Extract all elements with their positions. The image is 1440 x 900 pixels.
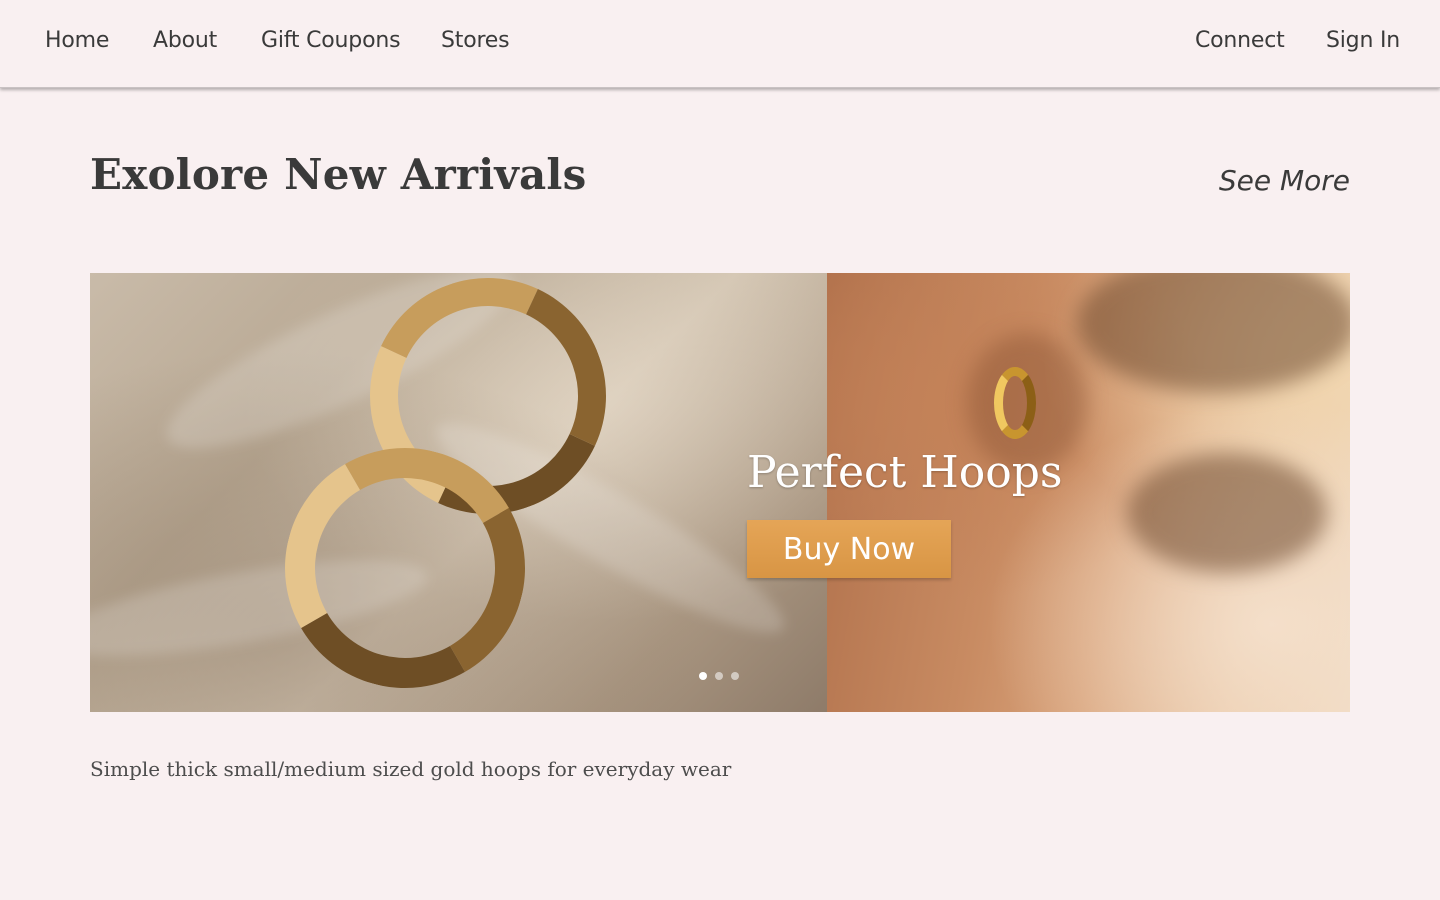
nav-connect-link[interactable]: Connect bbox=[1195, 28, 1285, 53]
carousel-indicators bbox=[699, 672, 739, 680]
carousel-dot-1[interactable] bbox=[699, 672, 707, 680]
gold-hoop-earring bbox=[994, 367, 1036, 439]
section-heading: Exolore New Arrivals bbox=[90, 150, 587, 199]
buy-now-button[interactable]: Buy Now bbox=[747, 520, 951, 578]
nav-sign-in-link[interactable]: Sign In bbox=[1326, 28, 1400, 53]
carousel-dot-2[interactable] bbox=[715, 672, 723, 680]
nav-gift-coupons-link[interactable]: Gift Coupons bbox=[261, 28, 401, 53]
see-more-link[interactable]: See More bbox=[1219, 164, 1350, 197]
nav-home-link[interactable]: Home bbox=[45, 28, 109, 53]
product-caption: Simple thick small/medium sized gold hoo… bbox=[90, 757, 732, 781]
gold-hoops-satin-image bbox=[90, 273, 827, 712]
top-navbar: Home About Gift Coupons Stores Connect S… bbox=[0, 0, 1440, 88]
slide-title: Perfect Hoops bbox=[747, 447, 1063, 498]
nav-stores-link[interactable]: Stores bbox=[441, 28, 510, 53]
carousel-dot-3[interactable] bbox=[731, 672, 739, 680]
nav-about-link[interactable]: About bbox=[153, 28, 217, 53]
product-carousel[interactable] bbox=[90, 273, 1350, 712]
